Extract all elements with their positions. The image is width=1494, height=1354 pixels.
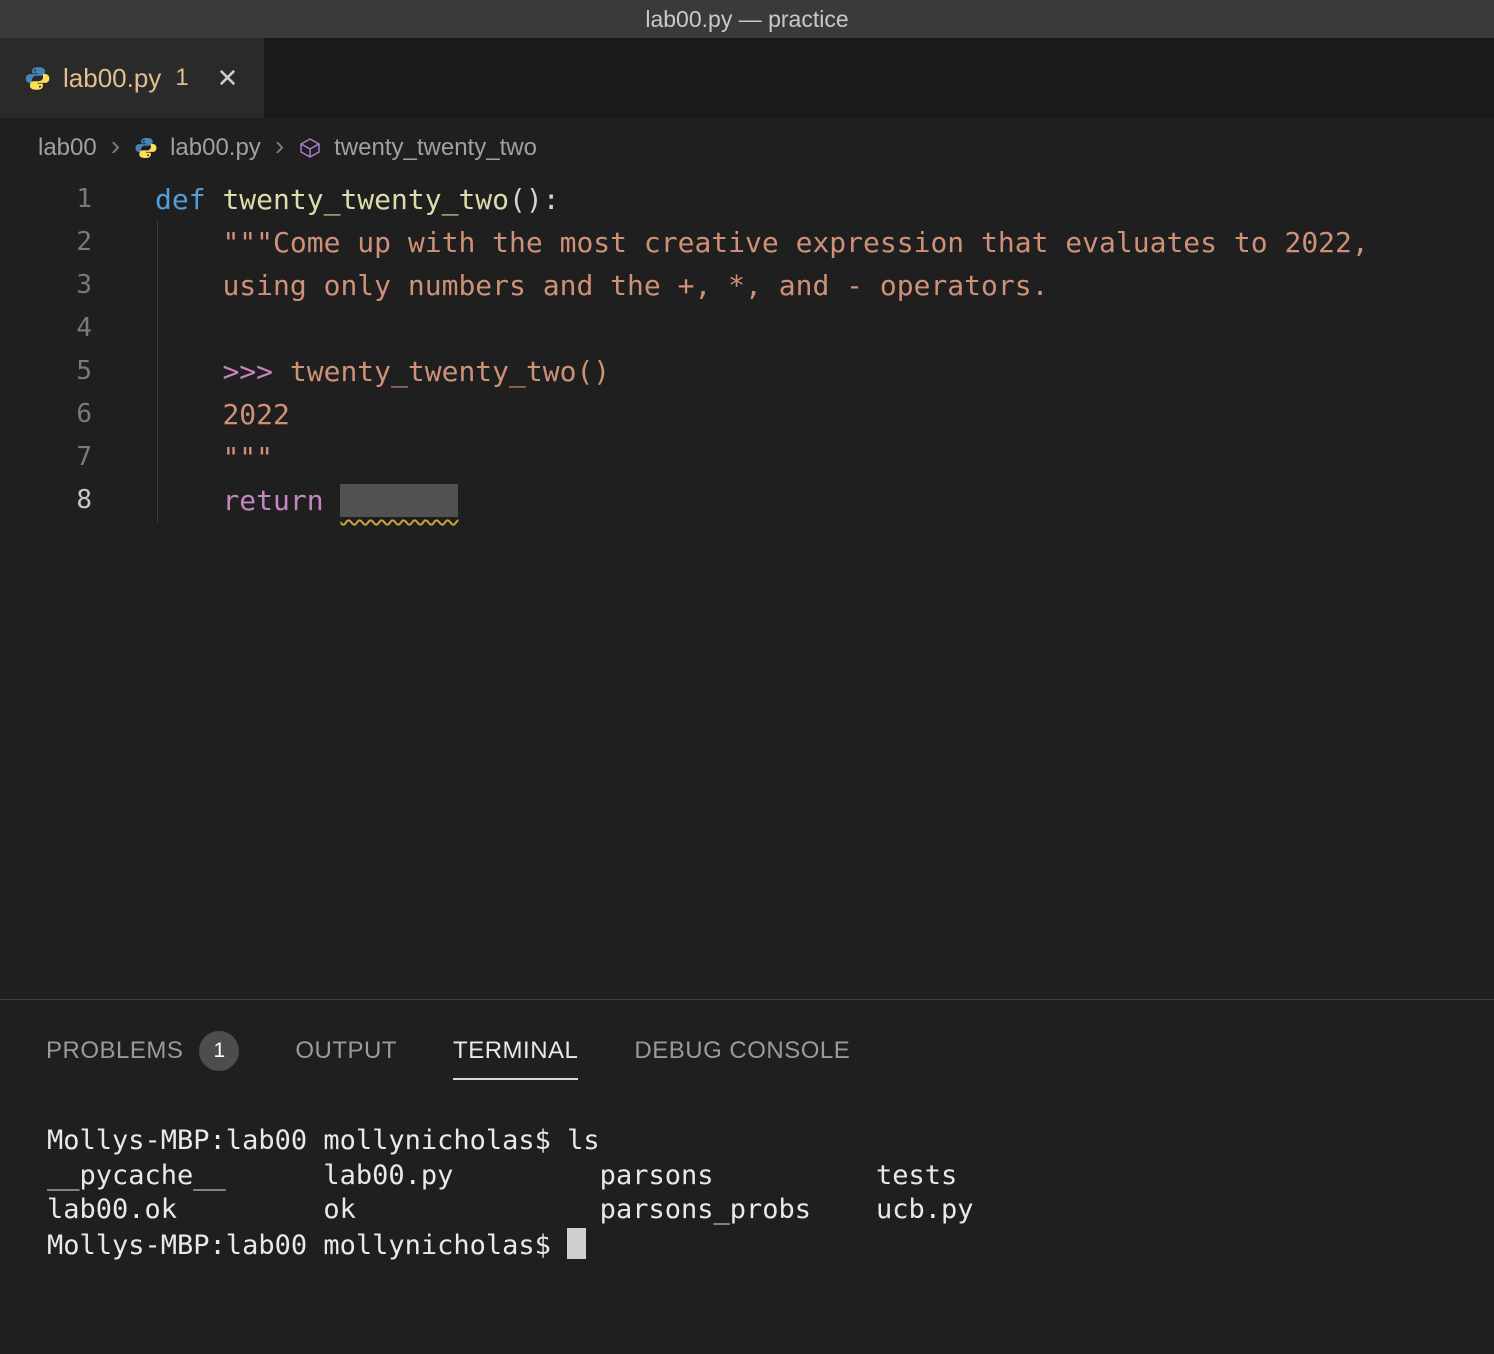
code-text: return	[155, 479, 458, 522]
code-line[interactable]: 3 using only numbers and the +, *, and -…	[0, 264, 1494, 307]
symbol-namespace-icon	[298, 136, 322, 160]
terminal-line: lab00.ok ok parsons_probs ucb.py	[47, 1193, 1494, 1228]
tab-problem-count: 1	[175, 64, 188, 92]
panel-tab-debug-console[interactable]: DEBUG CONSOLE	[634, 1024, 850, 1080]
code-token	[155, 398, 222, 431]
panel-tab-label: PROBLEMS	[46, 1037, 183, 1065]
editor-tab-bar: lab00.py 1 ✕	[0, 38, 1494, 118]
problems-count-badge: 1	[199, 1031, 239, 1071]
code-line[interactable]: 7 """	[0, 436, 1494, 479]
line-number: 4	[0, 307, 92, 350]
code-editor[interactable]: 1def twenty_twenty_two():2 """Come up wi…	[0, 178, 1494, 999]
chevron-right-icon: ›	[275, 130, 284, 166]
panel-tabs: PROBLEMS 1 OUTPUT TERMINAL DEBUG CONSOLE	[0, 1000, 1494, 1080]
code-text: 2022	[155, 393, 290, 436]
line-number: 7	[0, 436, 92, 479]
code-token: """	[222, 441, 273, 474]
breadcrumb-file[interactable]: lab00.py	[170, 134, 261, 162]
breadcrumb-symbol[interactable]: twenty_twenty_two	[334, 134, 537, 162]
code-token: 2022	[222, 398, 289, 431]
code-token: def	[155, 183, 222, 216]
code-line[interactable]: 5 >>> twenty_twenty_two()	[0, 350, 1494, 393]
line-number: 5	[0, 350, 92, 393]
python-icon	[24, 65, 51, 92]
line-number: 8	[0, 479, 92, 522]
breadcrumb: lab00 › lab00.py › twenty_twenty_two	[0, 118, 1494, 178]
tab-file-name: lab00.py	[63, 63, 161, 94]
panel-tab-label: DEBUG CONSOLE	[634, 1037, 850, 1065]
code-text: """	[155, 436, 273, 479]
code-line[interactable]: 2 """Come up with the most creative expr…	[0, 221, 1494, 264]
code-text: >>> twenty_twenty_two()	[155, 350, 610, 393]
terminal-cursor	[567, 1228, 586, 1259]
terminal-line: Mollys-MBP:lab00 mollynicholas$ ls	[47, 1124, 1494, 1159]
code-token	[155, 441, 222, 474]
code-token: twenty_twenty_two()	[290, 355, 610, 388]
terminal-line: Mollys-MBP:lab00 mollynicholas$	[47, 1228, 1494, 1264]
breadcrumb-folder[interactable]: lab00	[38, 134, 97, 162]
panel-tab-output[interactable]: OUTPUT	[295, 1024, 397, 1080]
terminal-line: __pycache__ lab00.py parsons tests	[47, 1159, 1494, 1194]
line-number: 2	[0, 221, 92, 264]
code-token	[155, 226, 222, 259]
close-icon[interactable]: ✕	[217, 63, 239, 94]
code-token	[155, 484, 222, 517]
code-token	[155, 355, 222, 388]
terminal-output[interactable]: Mollys-MBP:lab00 mollynicholas$ ls__pyca…	[0, 1124, 1494, 1263]
line-number: 1	[0, 178, 92, 221]
code-token: """Come up with the most creative expres…	[222, 226, 1368, 259]
titlebar: lab00.py — practice	[0, 0, 1494, 38]
code-text: """Come up with the most creative expres…	[155, 221, 1369, 264]
code-token	[155, 269, 222, 302]
panel-tab-label: TERMINAL	[453, 1037, 578, 1065]
code-token: twenty_twenty_two	[222, 183, 509, 216]
code-token: return	[222, 484, 340, 517]
code-lines: 1def twenty_twenty_two():2 """Come up wi…	[0, 178, 1494, 522]
panel-tab-problems[interactable]: PROBLEMS 1	[46, 1024, 239, 1080]
code-token	[340, 484, 458, 517]
code-text: def twenty_twenty_two():	[155, 178, 560, 221]
panel-tab-terminal[interactable]: TERMINAL	[453, 1024, 578, 1080]
code-text: using only numbers and the +, *, and - o…	[155, 264, 1048, 307]
line-number: 6	[0, 393, 92, 436]
code-line[interactable]: 8 return	[0, 479, 1494, 522]
code-token: >>>	[222, 355, 289, 388]
indent-guide	[157, 221, 158, 522]
code-line[interactable]: 6 2022	[0, 393, 1494, 436]
code-line[interactable]: 1 def twenty_twenty_two():	[0, 178, 1494, 221]
panel-tab-label: OUTPUT	[295, 1037, 397, 1065]
code-token: using only numbers and the +, *, and - o…	[222, 269, 1048, 302]
window-title: lab00.py — practice	[645, 6, 848, 33]
tab-lab00-py[interactable]: lab00.py 1 ✕	[0, 38, 264, 118]
vscode-window: lab00.py — practice lab00.py 1 ✕ lab00 ›…	[0, 0, 1494, 1354]
code-token: ():	[509, 183, 560, 216]
chevron-right-icon: ›	[111, 130, 120, 166]
line-number: 3	[0, 264, 92, 307]
python-icon	[134, 136, 158, 160]
code-line[interactable]: 4	[0, 307, 1494, 350]
bottom-panel: PROBLEMS 1 OUTPUT TERMINAL DEBUG CONSOLE Mol…	[0, 999, 1494, 1354]
